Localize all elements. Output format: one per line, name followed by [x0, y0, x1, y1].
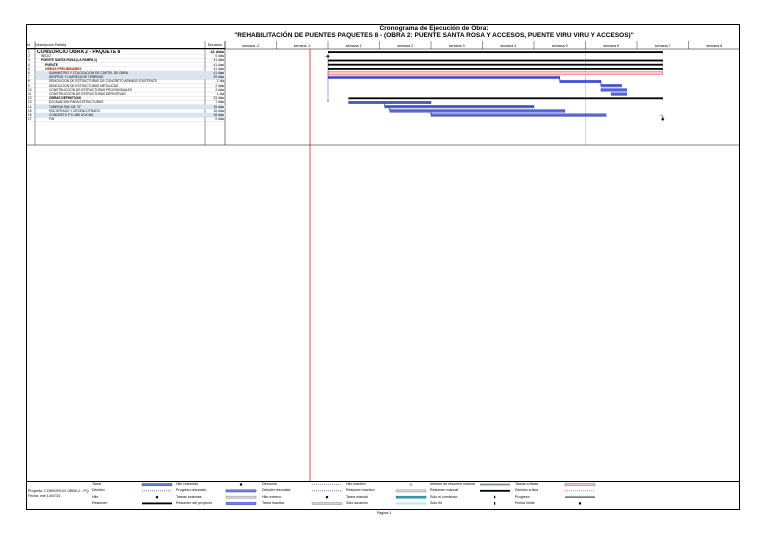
timescale-week-label: semana 4 — [500, 44, 516, 48]
legend-label: Sólo duración — [346, 500, 368, 505]
legend-label: Resumen inactivo — [346, 488, 375, 493]
legend-label: Hito externo — [262, 494, 282, 499]
legend-label: Tarea inactiva — [262, 500, 285, 505]
legend-label: División — [92, 488, 105, 493]
summary-bar — [328, 68, 663, 70]
legend-project-date: Fecha: mié 14/07/21 — [28, 494, 61, 498]
legend-label: Hito resumido — [176, 482, 199, 486]
task-duration: 0 días — [215, 117, 224, 122]
legend-label: Hito inactivo — [346, 482, 366, 486]
legend-label: Hito — [92, 494, 99, 499]
dependency-link — [325, 56, 329, 101]
summary-bar — [328, 51, 663, 53]
legend-label: Resumen del proyecto — [176, 500, 212, 505]
page-footer: Página 1 — [376, 511, 392, 515]
legend-label: Sólo fin — [430, 500, 442, 505]
legend-label: Informe de resumen manual — [430, 482, 475, 486]
dependency-arrow — [661, 117, 664, 119]
timescale-week-label: semana -1 — [294, 44, 311, 48]
timescale-week-label: semana 6 — [603, 44, 619, 48]
timescale-week-label: semana 7 — [655, 44, 671, 48]
timescale-week-label: semana 8 — [706, 44, 722, 48]
timescale-week-label: semana 2 — [397, 44, 413, 48]
summary-bar — [328, 59, 663, 62]
legend-label: Tareas críticas — [515, 482, 539, 486]
dependency-arrow — [327, 100, 329, 102]
critical-task-bar — [327, 71, 663, 75]
timescale-week-label: semana 5 — [552, 44, 568, 48]
legend-label: Fecha límite — [515, 500, 535, 505]
legend-label: Tarea — [92, 482, 101, 486]
legend-label: Progreso — [515, 494, 530, 499]
legend-label: Tarea manual — [346, 494, 368, 499]
legend-label: Resumen — [92, 500, 108, 505]
timescale-week-label: semana 3 — [449, 44, 465, 48]
legend-box — [26, 481, 740, 510]
summary-bar — [328, 63, 663, 66]
legend-label: División resumida — [262, 488, 291, 493]
legend-label: Tareas externas — [176, 494, 202, 499]
task-name: FIN — [49, 117, 55, 122]
legend-label: División crítica — [515, 488, 539, 493]
legend-label: Sólo el comienzo — [430, 494, 458, 499]
legend-label: Resumen manual — [430, 488, 459, 493]
legend-label: Dirección — [262, 482, 277, 486]
task-id: 17 — [28, 117, 32, 122]
summary-bar — [348, 97, 663, 100]
legend-label: Progreso resumido — [176, 488, 207, 493]
timescale-week-label: semana -2 — [242, 44, 259, 48]
timescale-week-label: semana 1 — [346, 44, 362, 48]
